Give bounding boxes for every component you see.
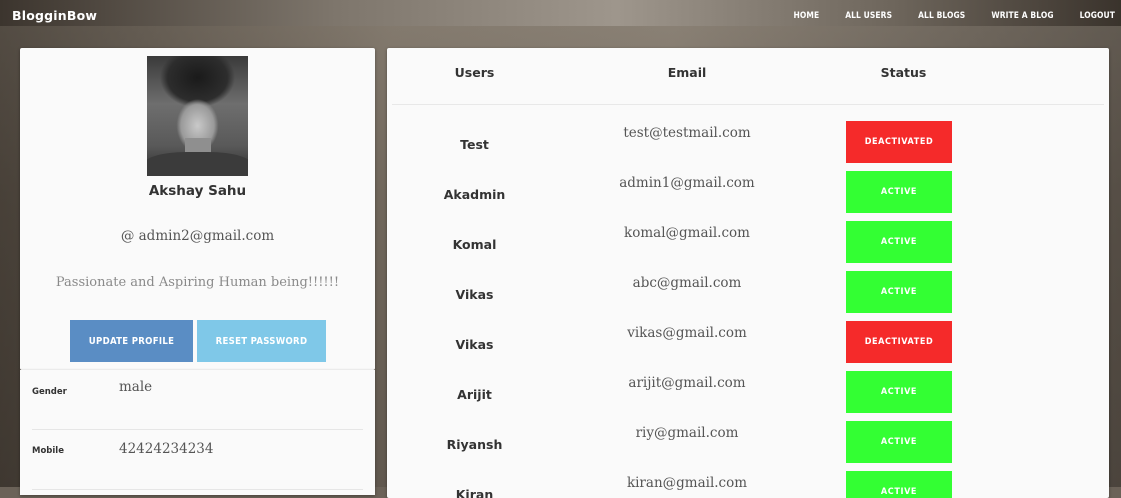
user-email-cell: vikas@gmail.com — [627, 325, 747, 341]
avatar — [147, 56, 248, 176]
column-header-status: Status — [880, 65, 927, 80]
user-name-cell: Kiran — [455, 487, 494, 498]
profile-email: @ admin2@gmail.com — [120, 228, 275, 244]
reset-password-button[interactable]: RESET PASSWORD — [197, 320, 326, 362]
user-email-cell: riy@gmail.com — [635, 425, 739, 441]
update-profile-button[interactable]: UPDATE PROFILE — [70, 320, 193, 362]
profile-card: Akshay Sahu @ admin2@gmail.com Passionat… — [20, 48, 375, 370]
nav-menu: HOME ALL USERS ALL BLOGS WRITE A BLOG LO… — [767, 10, 1115, 20]
user-name-cell: Vikas — [455, 337, 494, 352]
user-email-cell: kiran@gmail.com — [626, 475, 748, 491]
user-email-cell: test@testmail.com — [623, 125, 751, 141]
status-toggle-button[interactable]: ACTIVE — [846, 271, 952, 313]
user-name-cell: Arijit — [457, 387, 492, 402]
table-row: Kiran kiran@gmail.com ACTIVE — [387, 471, 1109, 498]
nav-all-users-link[interactable]: ALL USERS — [845, 10, 892, 20]
user-email-cell: abc@gmail.com — [632, 275, 742, 291]
avatar-shoulders — [147, 152, 248, 176]
user-name-cell: Akadmin — [443, 187, 506, 202]
nav-write-blog-link[interactable]: WRITE A BLOG — [991, 10, 1053, 20]
profile-details-card: Gender male Mobile 42424234234 — [20, 370, 375, 495]
column-header-email: Email — [667, 65, 707, 80]
detail-label: Gender — [32, 387, 67, 397]
table-header: Users Email Status — [392, 48, 1104, 105]
table-row: Riyansh riy@gmail.com ACTIVE — [387, 421, 1109, 471]
status-toggle-button[interactable]: ACTIVE — [846, 221, 952, 263]
top-navbar: BlogginBow HOME ALL USERS ALL BLOGS WRIT… — [0, 0, 1121, 30]
brand-logo[interactable]: BlogginBow — [12, 8, 97, 23]
status-toggle-button[interactable]: DEACTIVATED — [846, 121, 952, 163]
user-email-cell: admin1@gmail.com — [619, 175, 755, 191]
profile-name: Akshay Sahu — [148, 183, 247, 199]
table-row: Vikas vikas@gmail.com DEACTIVATED — [387, 321, 1109, 371]
detail-row-mobile: Mobile 42424234234 — [32, 430, 363, 490]
status-toggle-button[interactable]: DEACTIVATED — [846, 321, 952, 363]
status-toggle-button[interactable]: ACTIVE — [846, 421, 952, 463]
user-name-cell: Vikas — [455, 287, 494, 302]
table-row: Akadmin admin1@gmail.com ACTIVE — [387, 171, 1109, 221]
detail-value: 42424234234 — [119, 441, 214, 457]
user-name-cell: Riyansh — [446, 437, 503, 452]
status-toggle-button[interactable]: ACTIVE — [846, 171, 952, 213]
column-header-users: Users — [454, 65, 495, 80]
table-row: Vikas abc@gmail.com ACTIVE — [387, 271, 1109, 321]
users-table-card: Users Email Status Test test@testmail.co… — [387, 48, 1109, 498]
user-name-cell: Komal — [452, 237, 497, 252]
user-email-cell: arijit@gmail.com — [628, 375, 746, 391]
profile-bio: Passionate and Aspiring Human being!!!!!… — [55, 275, 340, 290]
nav-home-link[interactable]: HOME — [793, 10, 819, 20]
detail-row-gender: Gender male — [32, 370, 363, 430]
detail-value: male — [119, 379, 153, 395]
nav-all-blogs-link[interactable]: ALL BLOGS — [918, 10, 965, 20]
user-email-cell: komal@gmail.com — [624, 225, 750, 241]
nav-logout-link[interactable]: LOGOUT — [1080, 10, 1115, 20]
detail-label: Mobile — [32, 446, 64, 456]
status-toggle-button[interactable]: ACTIVE — [846, 471, 952, 498]
user-name-cell: Test — [460, 137, 489, 152]
table-row: Test test@testmail.com DEACTIVATED — [387, 121, 1109, 171]
table-row: Komal komal@gmail.com ACTIVE — [387, 221, 1109, 271]
table-row: Arijit arijit@gmail.com ACTIVE — [387, 371, 1109, 421]
status-toggle-button[interactable]: ACTIVE — [846, 371, 952, 413]
